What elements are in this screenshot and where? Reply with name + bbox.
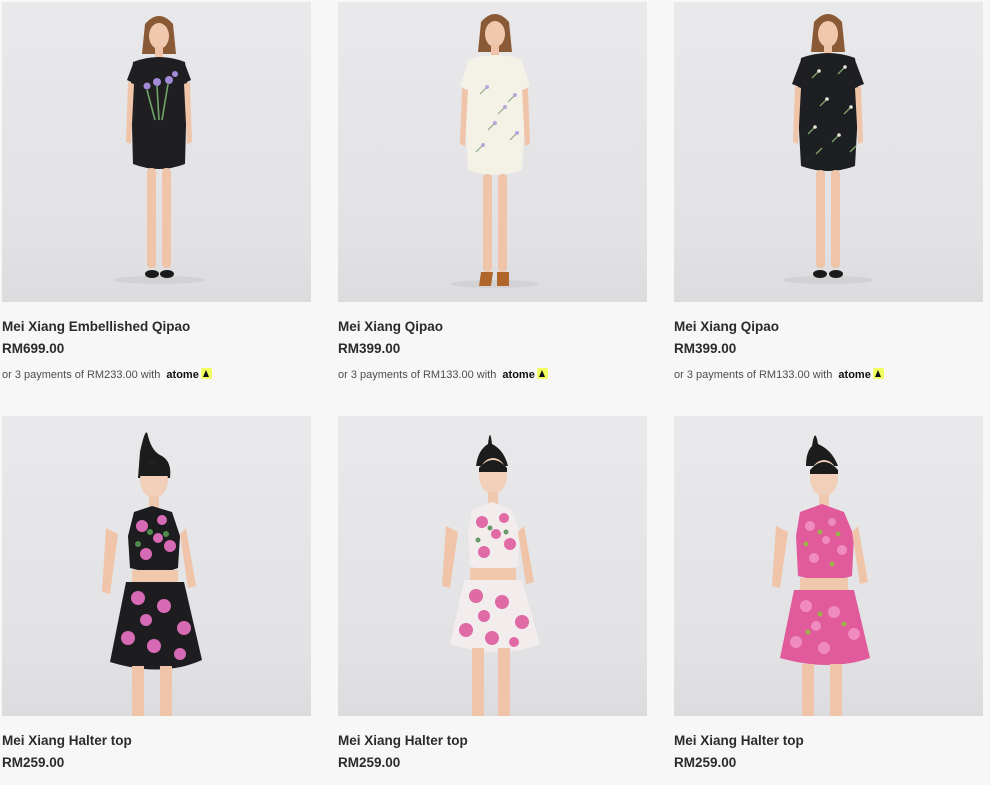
atome-icon[interactable] (200, 368, 212, 379)
product-title[interactable]: Mei Xiang Halter top (2, 732, 311, 750)
product-grid: Mei Xiang Embellished Qipao RM699.00 or … (0, 0, 990, 785)
product-image[interactable] (2, 2, 311, 302)
product-card[interactable]: Mei Xiang Halter top RM259.00 (338, 416, 647, 772)
product-price: RM399.00 (338, 341, 401, 356)
product-price: RM259.00 (2, 755, 65, 770)
product-price: RM259.00 (674, 755, 737, 770)
installment-info: or 3 payments of RM133.00 with atome (338, 368, 647, 382)
installment-info: or 3 payments of RM233.00 with atome (2, 368, 311, 382)
product-title[interactable]: Mei Xiang Qipao (338, 318, 647, 336)
atome-icon[interactable] (872, 368, 884, 379)
product-image[interactable] (338, 416, 647, 716)
product-card[interactable]: Mei Xiang Qipao RM399.00 or 3 payments o… (674, 2, 983, 382)
product-card[interactable]: Mei Xiang Halter top RM259.00 (674, 416, 983, 772)
product-image[interactable] (338, 2, 647, 302)
product-title[interactable]: Mei Xiang Halter top (674, 732, 983, 750)
atome-logo[interactable]: atome (166, 369, 198, 381)
product-title[interactable]: Mei Xiang Qipao (674, 318, 983, 336)
installment-text: or 3 payments of RM133.00 with (674, 369, 833, 381)
installment-text: or 3 payments of RM233.00 with (2, 369, 161, 381)
product-image[interactable] (674, 2, 983, 302)
product-card[interactable]: Mei Xiang Qipao RM399.00 or 3 payments o… (338, 2, 647, 382)
atome-icon[interactable] (536, 368, 548, 379)
installment-info: or 3 payments of RM133.00 with atome (674, 368, 983, 382)
product-card[interactable]: Mei Xiang Embellished Qipao RM699.00 or … (2, 2, 311, 382)
product-price: RM399.00 (674, 341, 737, 356)
atome-logo[interactable]: atome (838, 369, 870, 381)
product-price: RM259.00 (338, 755, 401, 770)
product-title[interactable]: Mei Xiang Halter top (338, 732, 647, 750)
installment-text: or 3 payments of RM133.00 with (338, 369, 497, 381)
product-image[interactable] (674, 416, 983, 716)
atome-logo[interactable]: atome (502, 369, 534, 381)
product-price: RM699.00 (2, 341, 65, 356)
product-card[interactable]: Mei Xiang Halter top RM259.00 (2, 416, 311, 772)
product-image[interactable] (2, 416, 311, 716)
product-title[interactable]: Mei Xiang Embellished Qipao (2, 318, 311, 336)
